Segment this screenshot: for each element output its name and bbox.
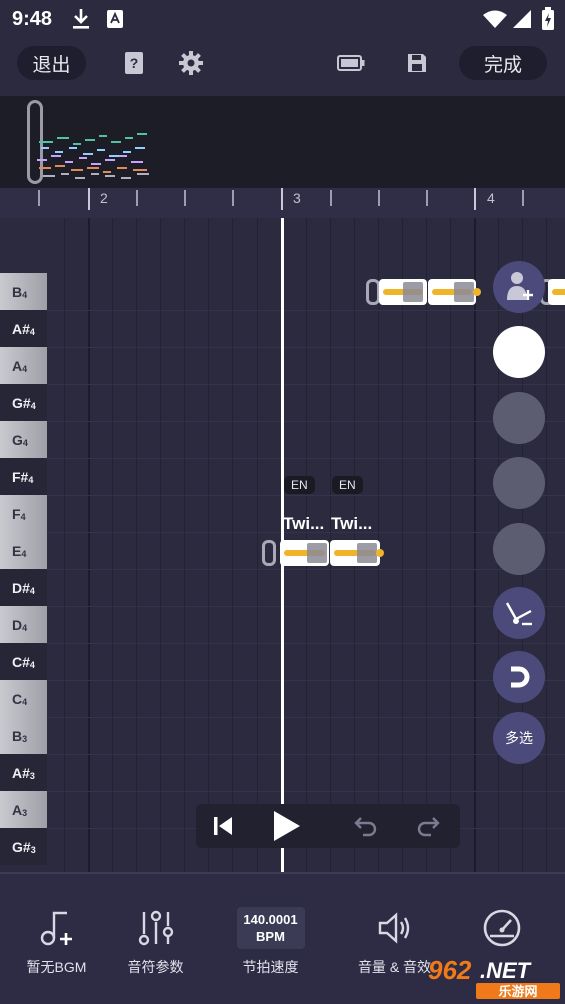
piano-key[interactable]: A3 [0, 791, 47, 828]
tempo-button[interactable]: 140.0001 BPM 节拍速度 [214, 874, 327, 1004]
note-lyric[interactable]: Twi... [283, 514, 324, 534]
timeline-ruler[interactable]: 2 3 4 [0, 188, 565, 218]
redo-icon [417, 817, 440, 837]
piano-key[interactable]: B4 [0, 273, 47, 310]
exit-button-label: 退出 [32, 54, 71, 76]
piano-key[interactable]: G# 3 [0, 828, 47, 865]
piano-key[interactable]: C# 4 [0, 643, 47, 680]
note-block[interactable] [379, 279, 427, 305]
skip-to-start-button[interactable] [208, 811, 238, 841]
bgm-button[interactable]: 暂无BGM [0, 874, 113, 1004]
wifi-icon [482, 9, 508, 34]
magnet-icon [511, 666, 530, 688]
svg-text:乐游网: 乐游网 [498, 984, 537, 1000]
note-block[interactable] [330, 540, 380, 566]
bgm-label: 暂无BGM [26, 959, 87, 975]
done-button[interactable]: 完成 [459, 46, 547, 80]
track-color-button-3[interactable] [493, 457, 545, 509]
battery-mode-icon[interactable] [336, 50, 366, 76]
add-singer-icon [507, 272, 533, 300]
ruler-bar-number: 3 [293, 190, 301, 206]
piano-roll-grid[interactable]: B4 A# 4 A4 G# 4 G4 F# 4 F4 E4 D# 4 D4 C# 4 C4… [0, 218, 565, 872]
snap-magnet-button[interactable] [493, 651, 545, 703]
svg-text:962: 962 [428, 955, 472, 985]
note-block[interactable] [428, 279, 476, 305]
piano-key[interactable]: F4 [0, 495, 47, 532]
piano-key[interactable]: D# 4 [0, 569, 47, 606]
exit-button[interactable]: 退出 [17, 46, 86, 80]
site-watermark: 962 .NET 乐游网 [424, 954, 562, 1000]
svg-text:.NET: .NET [480, 958, 532, 983]
sliders-icon [138, 910, 173, 946]
pitch-curve-tool-button[interactable] [493, 587, 545, 639]
music-note-add-icon [40, 911, 72, 946]
status-bar: 9:48 [0, 0, 565, 38]
gear-icon[interactable] [178, 50, 204, 76]
svg-text:?: ? [130, 55, 139, 71]
note-params-button[interactable]: 音符参数 [99, 874, 212, 1004]
speedometer-icon [483, 909, 520, 947]
redo-button[interactable] [413, 811, 443, 841]
pitch-curve-icon [505, 602, 532, 626]
note-block[interactable] [280, 540, 329, 566]
top-toolbar: 退出 ? 完成 [0, 38, 565, 96]
note-language-tag[interactable]: EN [284, 476, 315, 494]
speaker-icon [378, 912, 409, 944]
play-button[interactable] [268, 808, 304, 844]
bpm-display: 140.0001 BPM [236, 907, 305, 949]
bpm-value: 140.0001 [243, 912, 298, 927]
piano-key[interactable]: E4 [0, 532, 47, 569]
piano-key[interactable]: G# 4 [0, 384, 47, 421]
signal-icon [512, 9, 532, 34]
app-notification-icon [106, 9, 124, 34]
song-overview[interactable] [0, 96, 565, 188]
transport-controls [196, 804, 460, 848]
status-time: 9:48 [12, 8, 53, 30]
add-singer-button[interactable] [493, 261, 545, 313]
piano-key[interactable]: A# 3 [0, 754, 47, 791]
piano-key[interactable]: A# 4 [0, 310, 47, 347]
track-color-button-4[interactable] [493, 523, 545, 575]
ruler-bar-number: 2 [100, 190, 108, 206]
help-icon[interactable]: ? [121, 50, 147, 76]
multi-select-button[interactable]: 多选 [493, 712, 545, 764]
track-color-button-1[interactable] [493, 326, 545, 378]
playhead[interactable] [281, 218, 284, 872]
piano-key[interactable]: B3 [0, 717, 47, 754]
download-icon [70, 6, 92, 37]
piano-key[interactable]: C4 [0, 680, 47, 717]
tempo-label: 节拍速度 [242, 959, 299, 975]
note-start-handle[interactable] [366, 279, 380, 305]
save-icon[interactable] [404, 50, 430, 76]
undo-icon [354, 817, 377, 837]
note-start-handle[interactable] [262, 540, 276, 566]
ruler-bar-number: 4 [487, 190, 495, 206]
battery-charging-icon [541, 7, 555, 36]
multi-select-label: 多选 [505, 730, 533, 746]
piano-key[interactable]: G4 [0, 421, 47, 458]
note-lyric[interactable]: Twi... [331, 514, 372, 534]
track-color-button-2[interactable] [493, 392, 545, 444]
piano-key[interactable]: A4 [0, 347, 47, 384]
note-block[interactable] [548, 279, 565, 305]
bpm-unit: BPM [256, 929, 285, 944]
note-params-label: 音符参数 [127, 959, 184, 975]
undo-button[interactable] [351, 811, 381, 841]
note-language-tag[interactable]: EN [332, 476, 363, 494]
piano-roll-editor: 9:48 退出 ? 完成 2 3 4 B 4 A# 4 A 4 G# 4 G 4… [0, 0, 565, 1004]
piano-key[interactable]: F# 4 [0, 458, 47, 495]
done-button-label: 完成 [483, 54, 522, 76]
piano-key[interactable]: D4 [0, 606, 47, 643]
skip-back-icon [214, 817, 232, 835]
overview-notes-preview [37, 133, 149, 179]
play-icon [274, 811, 300, 841]
